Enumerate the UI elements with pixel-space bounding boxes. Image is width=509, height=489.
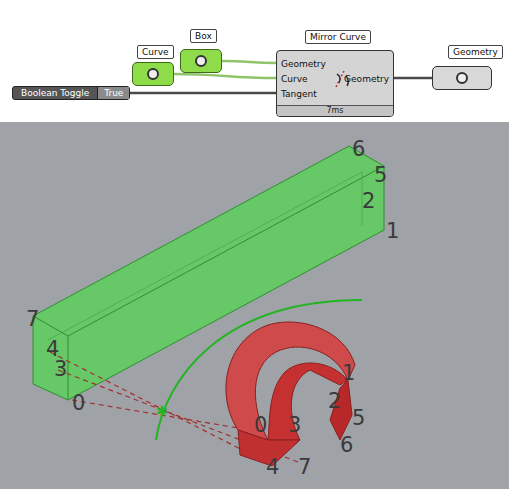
box-vertex-label: 5 <box>374 163 387 187</box>
mirror-vertex-label: 5 <box>352 406 365 430</box>
rhino-viewport[interactable]: ✱0123456701234567 <box>0 122 509 489</box>
box-vertex-label: 4 <box>46 337 59 361</box>
viewport-scene: ✱0123456701234567 <box>0 122 509 489</box>
box-vertex-label: 6 <box>352 137 365 161</box>
mirror-vertex-label: 7 <box>298 455 311 479</box>
output-port[interactable]: Geometry <box>344 74 389 84</box>
param-node[interactable] <box>180 49 222 73</box>
input-port[interactable]: Tangent <box>281 89 317 99</box>
box-vertex-label: 2 <box>362 189 375 213</box>
box-vertex-label: 1 <box>386 219 399 243</box>
param-label: Curve <box>137 45 174 59</box>
node-canvas[interactable]: Curve Box Boolean ToggleTrue Mirror Curve Ge… <box>0 0 509 122</box>
toggle-value[interactable]: True <box>97 87 129 99</box>
green-box <box>33 146 384 400</box>
grasshopper-window: Curve Box Boolean ToggleTrue Mirror Curve Ge… <box>0 0 509 489</box>
component-title: Mirror Curve <box>305 30 371 44</box>
param-icon <box>147 68 159 80</box>
mirrored-shape <box>226 322 355 466</box>
timing-label: 7ms <box>277 105 393 116</box>
box-wire <box>222 61 276 63</box>
mirror-vertex-label: 6 <box>340 433 353 457</box>
wires <box>0 0 509 122</box>
boolean-toggle[interactable]: Boolean ToggleTrue <box>12 86 130 100</box>
mirror-vertex-label: 2 <box>328 389 341 413</box>
geometry-param-node[interactable] <box>432 66 492 90</box>
mirror-vertex-label: 3 <box>288 413 301 437</box>
tangent-point-icon: ✱ <box>156 403 168 419</box>
param-node[interactable] <box>132 62 174 86</box>
geometry-icon <box>456 72 468 84</box>
output-label: Geometry <box>448 45 503 59</box>
mirror-curve-component[interactable]: Geometry Curve Tangent Geometry 7ms <box>276 50 394 117</box>
toggle-wire <box>126 92 276 95</box>
input-port[interactable]: Geometry <box>281 59 326 69</box>
mirror-vertex-label: 1 <box>342 361 355 385</box>
input-port[interactable]: Curve <box>281 74 308 84</box>
mirror-vertex-label: 0 <box>254 413 267 437</box>
toggle-label: Boolean Toggle <box>13 87 97 99</box>
mirror-vertex-label: 4 <box>266 455 279 479</box>
param-icon <box>195 55 207 67</box>
box-vertex-label: 0 <box>72 391 85 415</box>
output-wire <box>392 77 432 80</box>
box-vertex-label: 7 <box>26 307 39 331</box>
curve-wire <box>174 74 276 78</box>
param-label: Box <box>190 29 217 43</box>
